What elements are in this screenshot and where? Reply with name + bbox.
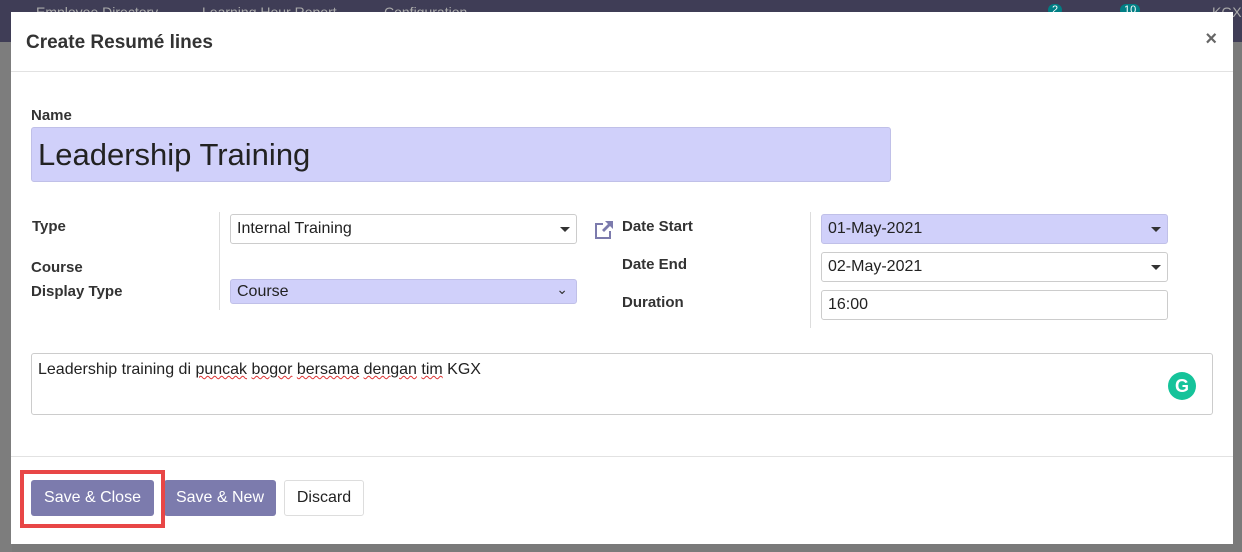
create-resume-lines-dialog: Create Resumé lines × Name Leadership Tr… [11, 12, 1233, 544]
misspelled-word: tim [421, 361, 443, 378]
caret-down-icon [1151, 265, 1161, 270]
modal-title: Create Resumé lines [26, 32, 213, 53]
course-display-type-label-2: Display Type [31, 283, 123, 300]
course-display-type-select[interactable]: Course ⌄ [230, 279, 577, 304]
description-text: Leadership training di puncak bogor bers… [38, 361, 481, 379]
misspelled-word: dengan [363, 361, 417, 378]
caret-down-icon [560, 227, 570, 232]
misspelled-word: puncak [195, 361, 248, 378]
modal-header: Create Resumé lines × [11, 12, 1233, 72]
type-label: Type [32, 218, 66, 235]
date-end-input[interactable]: 02-May-2021 [821, 252, 1168, 282]
highlight-annotation-box [20, 470, 165, 528]
grammarly-icon[interactable]: G [1168, 372, 1196, 400]
type-value: Internal Training [237, 220, 352, 237]
date-end-value: 02-May-2021 [828, 258, 923, 275]
divider [219, 212, 220, 310]
course-display-type-value: Course [237, 282, 289, 300]
duration-label: Duration [622, 294, 684, 311]
duration-input[interactable]: 16:00 [821, 290, 1168, 320]
name-input[interactable]: Leadership Training [31, 127, 891, 182]
modal-footer-divider [11, 456, 1233, 457]
type-select[interactable]: Internal Training [230, 214, 577, 244]
external-link-icon[interactable] [592, 218, 616, 242]
date-end-label: Date End [622, 256, 688, 273]
divider [810, 212, 811, 328]
text: Leadership training di [38, 361, 196, 378]
chevron-down-icon: ⌄ [556, 281, 568, 297]
caret-down-icon [1151, 227, 1161, 232]
close-icon[interactable]: × [1205, 28, 1217, 51]
description-textarea[interactable]: Leadership training di puncak bogor bers… [31, 353, 1213, 415]
save-new-button[interactable]: Save & New [164, 480, 276, 516]
misspelled-word: bogor [251, 361, 293, 378]
discard-button[interactable]: Discard [284, 480, 364, 516]
date-start-value: 01-May-2021 [828, 220, 923, 237]
misspelled-word: bersama [296, 361, 360, 378]
date-start-input[interactable]: 01-May-2021 [821, 214, 1168, 244]
name-label: Name [31, 107, 72, 124]
text: KGX [442, 361, 481, 378]
date-start-label: Date Start [622, 218, 693, 235]
course-display-type-label-1: Course [31, 259, 83, 276]
